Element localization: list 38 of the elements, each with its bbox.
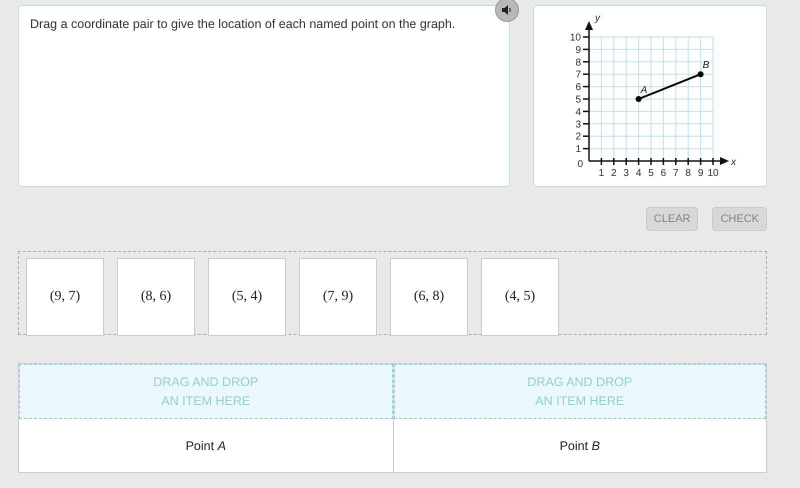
point-label: Point B (560, 438, 600, 452)
tick-label: 3 (575, 119, 581, 130)
tick-label: 6 (660, 168, 666, 179)
tick-label: 1 (598, 168, 604, 179)
tick-label: 10 (707, 168, 719, 179)
tick-label: 7 (575, 70, 581, 81)
axis-label: y (595, 13, 600, 24)
origin-label: 0 (577, 159, 583, 170)
tick-label: 2 (611, 168, 617, 179)
answer-tile[interactable]: (7, 9) (299, 258, 377, 336)
point-label: B (702, 60, 710, 72)
audio-button[interactable] (495, 0, 519, 22)
point-marker (636, 96, 642, 102)
line-segment (638, 73, 701, 100)
tick-label: 9 (698, 168, 704, 179)
tick-label: 4 (636, 168, 642, 179)
tick-label: 7 (673, 168, 679, 179)
tick-label: 6 (575, 82, 581, 94)
tick-label: 5 (648, 168, 654, 179)
tick-label: 10 (570, 32, 581, 44)
answer-tile[interactable]: (4, 5) (481, 258, 559, 336)
question-text: Drag a coordinate pair to give the location of each named point on the graph. (30, 17, 456, 31)
tick-label: 8 (575, 57, 581, 68)
tick-label: 3 (623, 168, 629, 179)
tick-label: 1 (575, 144, 581, 156)
point-label: A (640, 85, 648, 96)
tick-label: 5 (575, 94, 581, 106)
point-marker (698, 71, 704, 78)
point-label: Point A (186, 438, 226, 452)
tick-label: 8 (685, 168, 691, 179)
answer-tile[interactable]: (8, 6) (117, 258, 195, 336)
tick-label: 2 (575, 132, 581, 143)
answer-tile[interactable]: (5, 4) (208, 258, 286, 336)
answer-tile[interactable]: (6, 8) (390, 258, 468, 336)
tick-label: 4 (575, 106, 581, 118)
axis-label: x (731, 157, 736, 168)
tick-label: 9 (575, 44, 581, 56)
answer-tile[interactable]: (9, 7) (26, 258, 104, 336)
